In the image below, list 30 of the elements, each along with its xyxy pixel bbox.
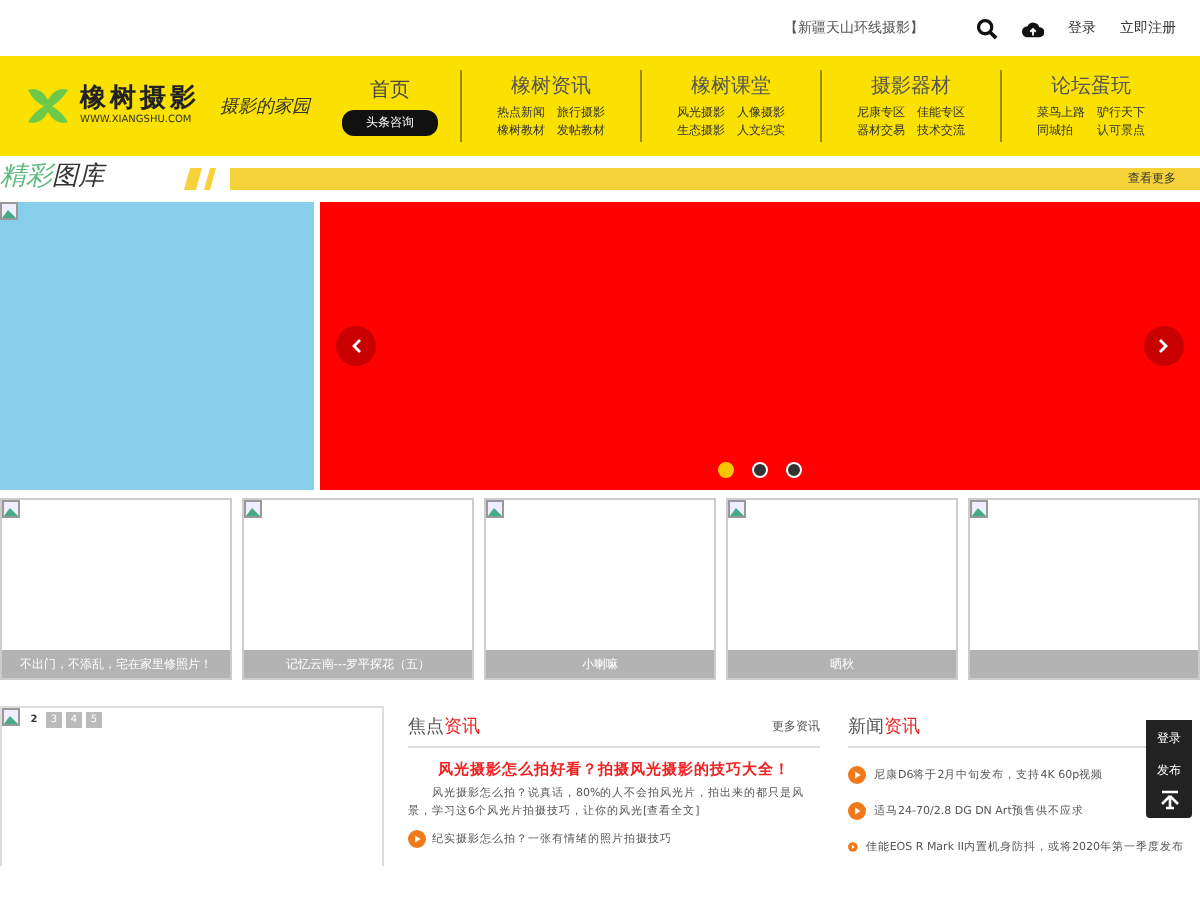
- next-button[interactable]: [1144, 326, 1184, 366]
- play-icon: [848, 802, 866, 820]
- broken-image-icon: [2, 500, 20, 518]
- play-icon: [408, 830, 426, 848]
- section-title: 新闻资讯: [848, 715, 920, 739]
- cloud-upload-icon[interactable]: [1022, 19, 1044, 37]
- search-icon[interactable]: [976, 17, 998, 39]
- broken-image-icon: [970, 500, 988, 518]
- broken-image-icon: [486, 500, 504, 518]
- thumbnail-card[interactable]: [968, 498, 1200, 680]
- play-icon: [848, 766, 866, 784]
- back-to-top-icon[interactable]: [1159, 790, 1179, 810]
- slide-dot[interactable]: [718, 462, 734, 478]
- broken-image-icon: [2, 708, 20, 726]
- prev-button[interactable]: [336, 326, 376, 366]
- section-title: 焦点资讯: [408, 715, 480, 739]
- section-title: 精彩图库: [0, 160, 109, 196]
- nav-item[interactable]: 橡树课堂: [691, 72, 771, 100]
- broken-image-icon: [728, 500, 746, 518]
- nav-item[interactable]: 摄影器材: [871, 72, 951, 100]
- nav-item[interactable]: 橡树资讯: [511, 72, 591, 100]
- chevron-left-icon: [350, 338, 362, 354]
- chevron-right-icon: [1158, 338, 1170, 354]
- broken-image-icon: [0, 202, 18, 220]
- play-icon: [848, 838, 858, 856]
- logo-text[interactable]: 橡树摄影: [80, 86, 200, 114]
- nav-item[interactable]: 首页: [370, 76, 410, 104]
- nav-item[interactable]: 论坛蛋玩: [1051, 72, 1131, 100]
- slogan: 摄影的家园: [220, 95, 310, 119]
- broken-image-icon: [244, 500, 262, 518]
